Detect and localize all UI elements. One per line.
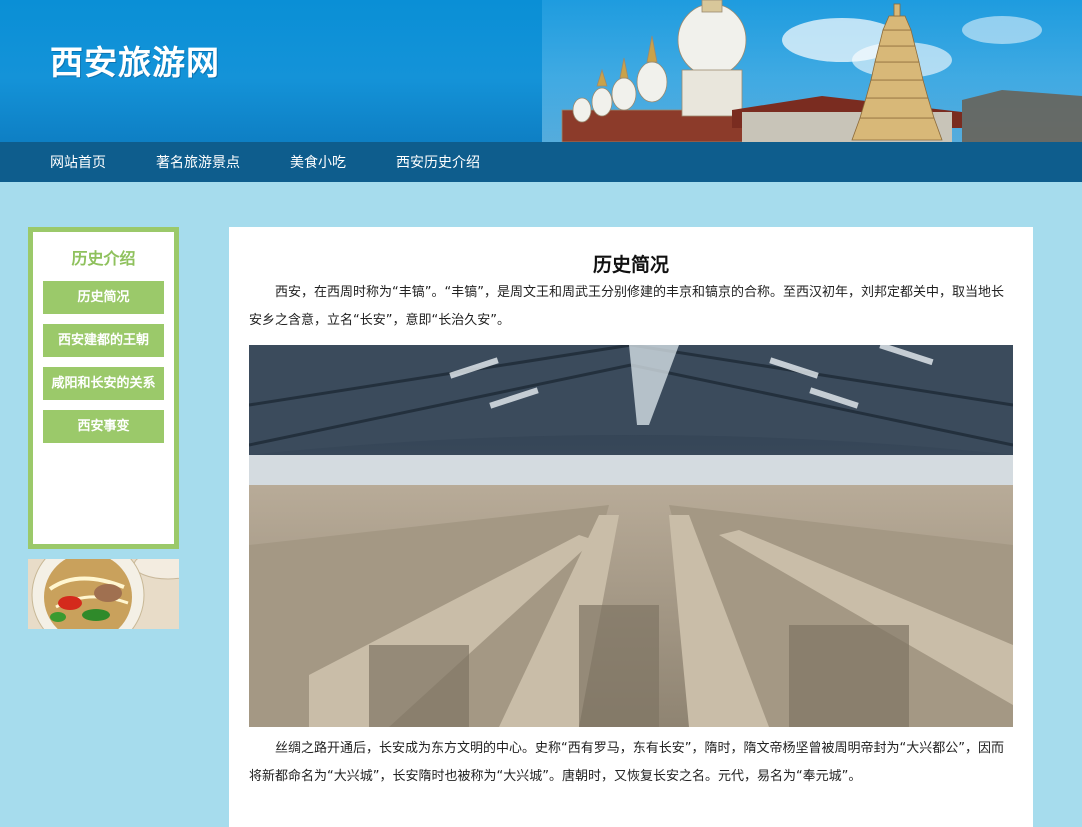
header-banner: 西安旅游网	[0, 0, 1082, 142]
nav-attractions[interactable]: 著名旅游景点	[156, 152, 240, 172]
page-title: 历史简况	[592, 254, 669, 276]
sidebar-item-dynasties[interactable]: 西安建都的王朝	[43, 324, 164, 357]
main-nav: 网站首页 著名旅游景点 美食小吃 西安历史介绍	[0, 142, 1082, 182]
sidebar-history-menu: 历史介绍 历史简况 西安建都的王朝 咸阳和长安的关系 西安事变	[28, 227, 179, 549]
food-thumbnail-image[interactable]	[28, 559, 179, 629]
banner-pagoda-illustration	[542, 0, 1082, 142]
sidebar-item-overview[interactable]: 历史简况	[43, 281, 164, 314]
sidebar-item-xian-incident[interactable]: 西安事变	[43, 410, 164, 443]
nav-history[interactable]: 西安历史介绍	[396, 152, 480, 172]
paragraph-2: 丝绸之路开通后，长安成为东方文明的中心。史称“西有罗马，东有长安”，隋时，隋文帝…	[249, 741, 1004, 784]
site-logo[interactable]: 西安旅游网	[50, 36, 220, 84]
main-content: 历史简况 西安，在西周时称为“丰镐”。“丰镐”，是周文王和周武王分别修建的丰京和…	[229, 227, 1033, 827]
sidebar-item-xianyang-changan[interactable]: 咸阳和长安的关系	[43, 367, 164, 400]
nav-food[interactable]: 美食小吃	[290, 152, 346, 172]
nav-home[interactable]: 网站首页	[50, 152, 106, 172]
sidebar-title: 历史介绍	[71, 249, 136, 268]
terracotta-army-photo	[249, 345, 1013, 727]
paragraph-1: 西安，在西周时称为“丰镐”。“丰镐”，是周文王和周武王分别修建的丰京和镐京的合称…	[249, 285, 1004, 328]
